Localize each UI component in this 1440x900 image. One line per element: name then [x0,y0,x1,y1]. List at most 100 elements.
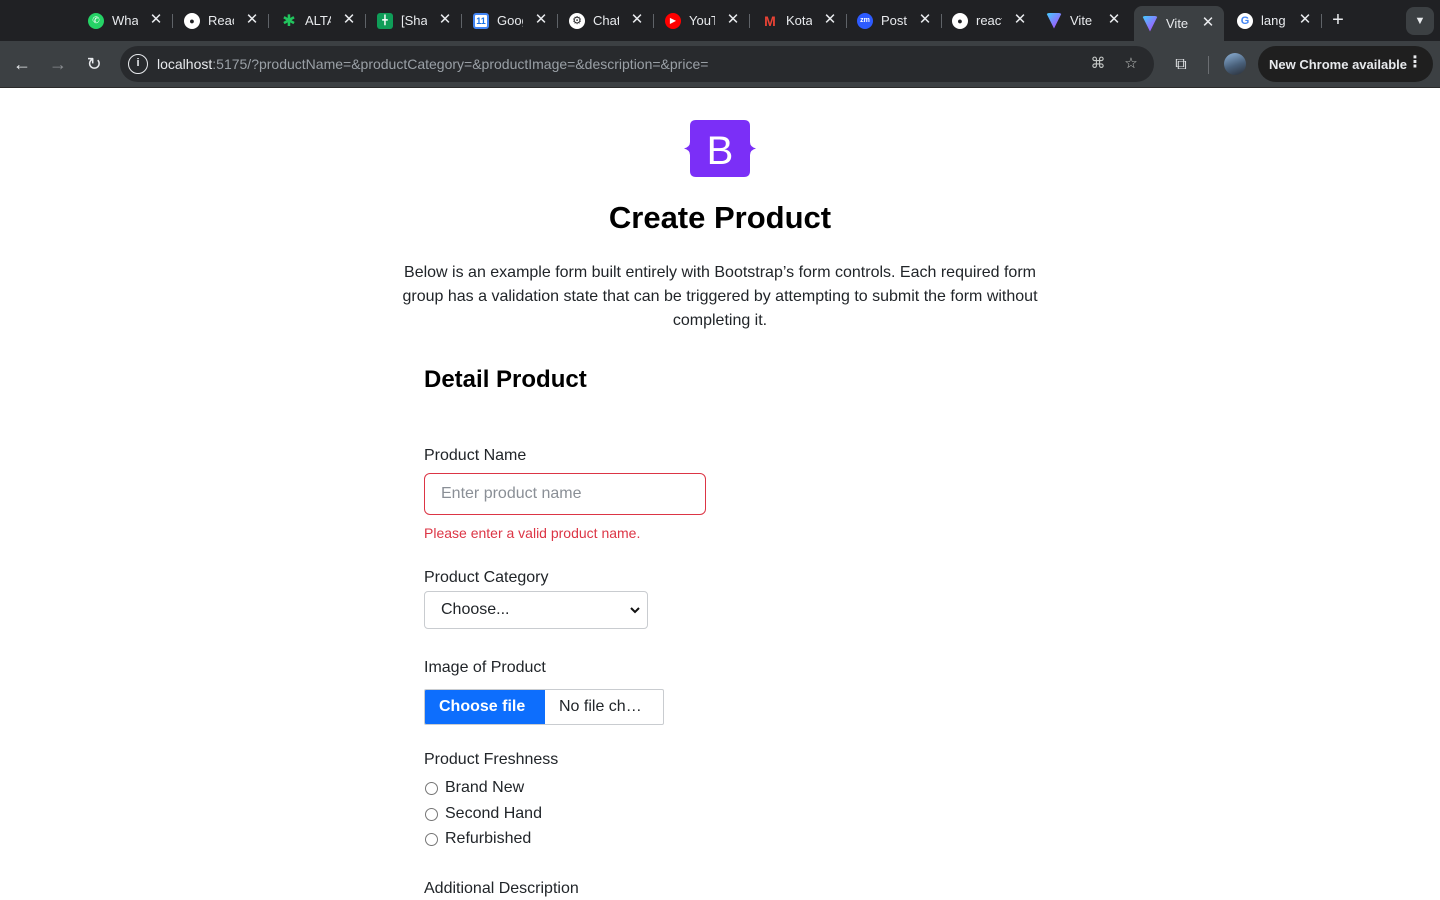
close-tab-icon[interactable]: ✕ [1106,12,1122,28]
product-name-label: Product Name [424,447,527,464]
browser-tab-strip: ✆ WhatsApp ✕ ● React ✕ ✱ ALTA ✕ ╋ [Sha ✕… [0,0,1440,41]
close-tab-icon[interactable]: ✕ [244,12,260,28]
browser-tab[interactable]: ● React ✕ [184,6,269,35]
browser-tab[interactable]: ✱ ALTA ✕ [281,6,366,35]
url-host: localhost [157,56,213,72]
profile-avatar[interactable] [1224,53,1246,75]
product-category-select[interactable]: Choose... [424,591,648,629]
gmail-icon: M [764,12,776,29]
tab-divider [749,14,750,28]
chevron-down-icon: ▼ [1414,15,1426,27]
tab-search-button[interactable]: ▼ [1406,7,1434,35]
calendar-icon: 11 [473,12,489,29]
section-title: Detail Product [424,366,587,393]
product-name-input[interactable] [424,473,706,515]
arrow-left-icon: ← [13,54,31,74]
choose-file-button[interactable]: Choose file [425,690,545,724]
close-tab-icon[interactable]: ✕ [533,12,549,28]
browser-tab[interactable]: ⚙ ChatGPT ✕ [569,6,654,35]
sheets-icon: ╋ [377,12,393,29]
browser-tab[interactable]: ▶ YouTube ✕ [665,6,750,35]
close-tab-icon[interactable]: ✕ [629,12,645,28]
chrome-update-button[interactable]: New Chrome available ⋮ [1258,46,1433,82]
arrow-right-icon: → [49,54,67,74]
url-path: :5175/?productName=&productCategory=&pro… [212,56,709,72]
tab-divider [1321,14,1322,28]
radio-button[interactable] [425,807,438,821]
close-tab-icon[interactable]: ✕ [1200,15,1216,31]
radio-button[interactable] [425,832,438,846]
update-label: New Chrome available [1269,56,1407,72]
tab-divider [365,14,366,28]
radio-refurbished[interactable]: Refurbished [424,830,531,848]
zoom-icon: zm [857,12,873,29]
browser-toolbar: ← → ↻ i localhost:5175/?productName=&pro… [0,41,1440,88]
browser-tab[interactable]: M Kota ✕ [762,6,847,35]
additional-description-label: Additional Description [424,880,579,897]
browser-tab-active[interactable]: Vite ✕ [1134,6,1224,41]
close-tab-icon[interactable]: ✕ [437,12,453,28]
browser-tab[interactable]: Vite ✕ [1046,6,1130,35]
radio-label: Brand New [445,779,525,796]
page-title: Create Product [608,200,832,235]
site-info-icon[interactable]: i [128,54,148,74]
close-tab-icon[interactable]: ✕ [725,12,741,28]
github-icon: ● [184,12,200,29]
new-tab-button[interactable]: + [1327,9,1349,31]
close-tab-icon[interactable]: ✕ [1297,12,1313,28]
more-menu-icon[interactable]: ⋮ [1407,54,1423,72]
tab-divider [172,14,173,28]
tab-divider [461,14,462,28]
vite-icon [1142,15,1158,32]
chevron-down-icon [630,607,640,614]
browser-tab[interactable]: zm Post ✕ [857,6,942,35]
whatsapp-icon: ✆ [88,12,104,29]
browser-tab[interactable]: G lang ✕ [1237,6,1322,35]
tab-divider [846,14,847,28]
close-tab-icon[interactable]: ✕ [341,12,357,28]
bootstrap-logo: B [684,120,756,177]
product-category-label: Product Category [424,569,549,586]
browser-tab[interactable]: 11 Google ✕ [473,6,558,35]
asterisk-icon: ✱ [282,12,296,30]
product-name-error: Please enter a valid product name. [424,525,641,541]
extensions-icon[interactable]: ⧉ [1170,54,1192,76]
tab-divider [268,14,269,28]
product-image-label: Image of Product [424,659,546,676]
address-bar[interactable]: i localhost:5175/?productName=&productCa… [120,46,1154,82]
page-description: Below is an example form built entirely … [402,264,1038,329]
toolbar-divider [1208,56,1209,74]
tab-divider [941,14,942,28]
browser-tab[interactable]: ● react ✕ [952,6,1036,35]
browser-tab[interactable]: ╋ [Sha ✕ [377,6,462,35]
reload-icon: ↻ [86,54,102,74]
product-image-file-input[interactable]: Choose file No file ch… [424,689,664,725]
url-text[interactable]: localhost:5175/?productName=&productCate… [157,56,708,72]
forward-button[interactable]: → [44,50,72,78]
close-tab-icon[interactable]: ✕ [822,12,838,28]
browser-tab[interactable]: ✆ WhatsApp ✕ [88,6,173,35]
reload-button[interactable]: ↻ [80,50,108,78]
radio-second-hand[interactable]: Second Hand [424,805,542,823]
back-button[interactable]: ← [8,50,36,78]
close-tab-icon[interactable]: ✕ [1012,12,1028,28]
github-icon: ● [952,12,968,29]
tab-divider [653,14,654,28]
youtube-icon: ▶ [665,12,681,29]
radio-brand-new[interactable]: Brand New [424,779,524,797]
logo-letter: B [707,129,734,173]
radio-button[interactable] [425,781,438,795]
tab-divider [557,14,558,28]
google-icon: G [1237,12,1253,29]
radio-label: Second Hand [445,805,542,822]
close-tab-icon[interactable]: ✕ [917,12,933,28]
openai-icon: ⚙ [569,12,585,29]
radio-label: Refurbished [445,830,532,847]
file-status-text: No file ch… [559,698,642,715]
bookmark-star-icon[interactable]: ☆ [1121,54,1141,74]
translate-icon[interactable]: ⌘ [1088,54,1108,74]
vite-icon [1046,12,1062,29]
page-content: B Create Product Below is an example for… [0,88,1440,900]
product-category-selected: Choose... [441,601,510,618]
close-tab-icon[interactable]: ✕ [148,12,164,28]
